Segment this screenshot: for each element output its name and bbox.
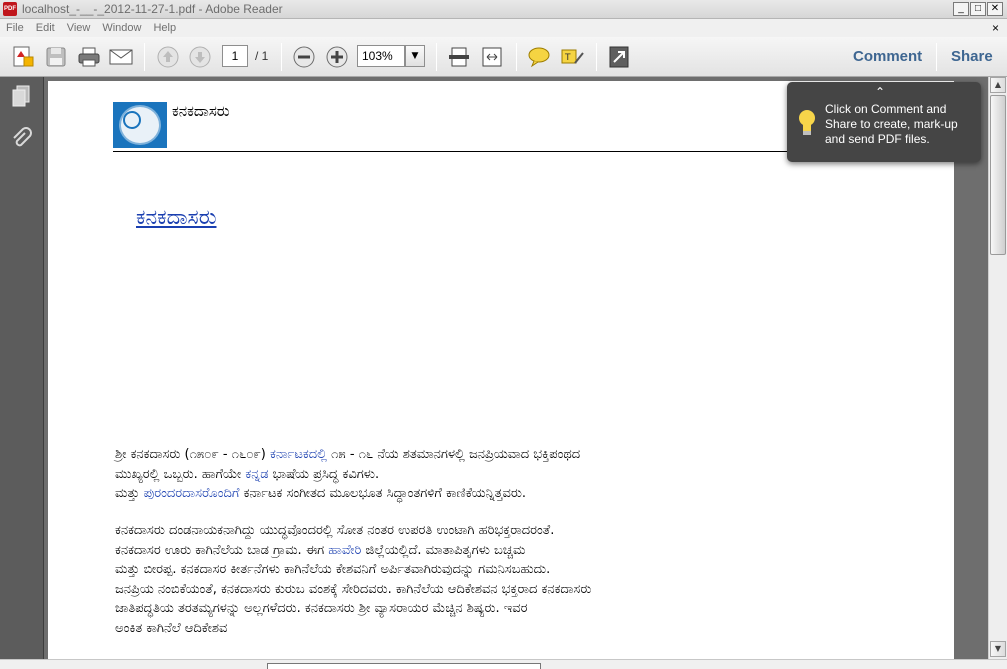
zoom-in-icon[interactable] bbox=[324, 45, 350, 69]
adobe-reader-icon: PDF bbox=[3, 2, 17, 16]
pages-icon[interactable] bbox=[8, 83, 34, 109]
fit-width-icon[interactable] bbox=[479, 45, 505, 69]
para1-line1: ಶ್ರೀ ಕನಕದಾಸರು (೧೫೦೯ - ೧೬೦೯) ಕರ್ನಾಟಕದಲ್ಲಿ… bbox=[115, 447, 581, 462]
heading-link[interactable]: ಕನಕದಾಸರು bbox=[136, 205, 217, 230]
bottom-bar bbox=[0, 659, 1007, 669]
menu-help[interactable]: Help bbox=[147, 22, 182, 34]
comment-share-tooltip: ⌃ Click on Comment and Share to create, … bbox=[787, 82, 981, 162]
save-icon[interactable] bbox=[44, 45, 68, 69]
link-kannada[interactable]: ಕನ್ನಡ bbox=[245, 467, 268, 482]
email-icon[interactable] bbox=[108, 45, 134, 69]
window-controls: _ □ ✕ bbox=[953, 2, 1003, 16]
link-karnataka[interactable]: ಕರ್ನಾಟಕದಲ್ಲಿ bbox=[270, 447, 327, 462]
page-number-input[interactable]: 1 bbox=[222, 45, 248, 67]
para2-line2: ಕನಕದಾಸರ ಊರು ಕಾಗಿನೆಲೆಯ ಬಾಡ ಗ್ರಾಮ. ಈಗ ಹಾವೇ… bbox=[115, 542, 526, 558]
scrollbar-thumb[interactable] bbox=[990, 95, 1006, 255]
menu-edit[interactable]: Edit bbox=[30, 22, 61, 34]
menu-file[interactable]: File bbox=[0, 22, 30, 34]
bottom-field bbox=[267, 663, 541, 669]
organization-logo bbox=[113, 102, 167, 148]
navigation-panel bbox=[0, 77, 44, 659]
paragraph-2: ಕನಕದಾಸರು ದಂಡನಾಯಕನಾಗಿದ್ದು ಯುದ್ಧವೊಂದರಲ್ಲಿ … bbox=[115, 521, 955, 638]
sticky-note-icon[interactable] bbox=[526, 45, 552, 69]
tooltip-text: Click on Comment and Share to create, ma… bbox=[825, 102, 958, 146]
zoom-level-input[interactable]: 103% bbox=[357, 45, 405, 67]
zoom-dropdown-button[interactable]: ▼ bbox=[405, 45, 425, 67]
lightbulb-icon bbox=[797, 108, 817, 141]
paragraph-1: ಶ್ರೀ ಕನಕದಾಸರು (೧೫೦೯ - ೧೬೦೯) ಕರ್ನಾಟಕದಲ್ಲಿ… bbox=[115, 445, 955, 504]
para1-line3: ಮತ್ತು ಪುರಂದರದಾಸರೊಂದಿಗೆ ಕರ್ನಾಟಕ ಸಂಗೀತದ ಮೂ… bbox=[115, 486, 527, 501]
scroll-up-icon[interactable]: ▲ bbox=[990, 77, 1006, 93]
para2-line1: ಕನಕದಾಸರು ದಂಡನಾಯಕನಾಗಿದ್ದು ಯುದ್ಧವೊಂದರಲ್ಲಿ … bbox=[115, 523, 555, 538]
para2-line4: ಜನಪ್ರಿಯ ನಂಬಿಕೆಯಂತೆ, ಕನಕದಾಸರು ಕುರುಬ ವಂಶಕ್… bbox=[115, 581, 592, 597]
link-haveri[interactable]: ಹಾವೇರಿ bbox=[328, 543, 361, 558]
create-pdf-icon[interactable] bbox=[10, 45, 36, 69]
pdf-page: ಕನಕದಾಸರು ಕನಕದಾಸರು ಶ್ರೀ ಕನಕದಾಸರು (೧೫೦೯ - … bbox=[48, 81, 956, 659]
window-title: localhost_-__-_2012-11-27-1.pdf - Adobe … bbox=[22, 2, 283, 16]
link-purandaradasa[interactable]: ಪುರಂದರದಾಸರೊಂದಿಗೆ bbox=[144, 486, 240, 501]
full-screen-icon[interactable] bbox=[606, 45, 632, 69]
toolbar: 1 / 1 103% ▼ T Comment Share bbox=[0, 37, 1007, 77]
scroll-down-icon[interactable]: ▼ bbox=[990, 641, 1006, 657]
para1-line2: ಮುಖ್ಯರಲ್ಲಿ ಒಬ್ಬರು. ಹಾಗೆಯೇ ಕನ್ನಡ ಭಾಷೆಯ ಪ್… bbox=[115, 466, 380, 482]
previous-page-icon[interactable] bbox=[155, 45, 181, 69]
menu-bar: File Edit View Window Help × bbox=[0, 19, 1007, 37]
title-bar: PDF localhost_-__-_2012-11-27-1.pdf - Ad… bbox=[0, 0, 1007, 19]
document-view[interactable]: ಕನಕದಾಸರು ಕನಕದಾಸರು ಶ್ರೀ ಕನಕದಾಸರು (೧೫೦೯ - … bbox=[44, 77, 988, 659]
highlight-text-icon[interactable]: T bbox=[559, 45, 585, 69]
para2-line3: ಮತ್ತು ಬೀರಪ್ಪ. ಕನಕದಾಸರ ಕೀರ್ತನೆಗಳು ಕಾಗಿನೆಲ… bbox=[115, 562, 551, 577]
next-page-icon[interactable] bbox=[187, 45, 213, 69]
zoom-out-icon[interactable] bbox=[291, 45, 317, 69]
comment-button[interactable]: Comment bbox=[853, 48, 922, 65]
menu-window[interactable]: Window bbox=[96, 22, 147, 34]
print-icon[interactable] bbox=[76, 45, 102, 69]
minimize-button[interactable]: _ bbox=[953, 2, 969, 16]
close-window-button[interactable]: ✕ bbox=[987, 2, 1003, 16]
maximize-button[interactable]: □ bbox=[970, 2, 986, 16]
menu-view[interactable]: View bbox=[61, 22, 97, 34]
svg-text:T: T bbox=[564, 53, 571, 63]
para2-line6: ಅಂಕಿತ ಕಾಗಿನೆಲೆ ಆದಿಕೇಶವ bbox=[115, 620, 228, 636]
share-button[interactable]: Share bbox=[951, 48, 993, 65]
para2-line5: ಜಾತಿಪದ್ಧತಿಯ ತರತಮ್ಯಗಳನ್ನು ಅಲ್ಲಗಳೆದರು. ಕನಕ… bbox=[115, 601, 528, 616]
fit-page-icon[interactable] bbox=[446, 45, 472, 69]
close-document-button[interactable]: × bbox=[992, 19, 999, 37]
attachments-icon[interactable] bbox=[8, 126, 34, 152]
page-header-title: ಕನಕದಾಸರು bbox=[172, 102, 230, 120]
page-total: / 1 bbox=[255, 49, 269, 63]
tooltip-collapse-icon[interactable]: ⌃ bbox=[875, 85, 885, 99]
vertical-scrollbar[interactable]: ▲ ▼ bbox=[988, 77, 1007, 659]
